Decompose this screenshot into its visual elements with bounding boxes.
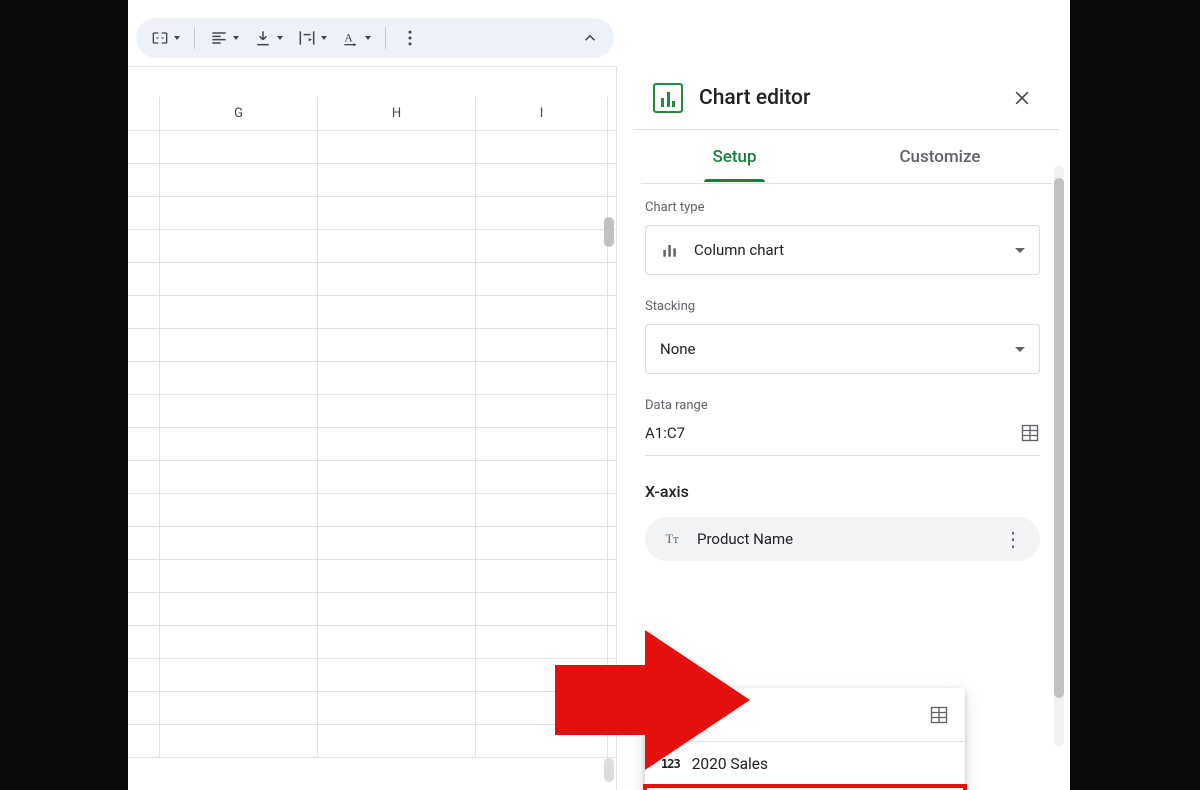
grid-body[interactable] — [128, 131, 616, 758]
column-header[interactable]: G — [160, 97, 318, 130]
series-dropdown: 123 2020 Sales 123 2021 Sales — [645, 688, 965, 790]
search-icon — [661, 704, 683, 726]
close-button[interactable] — [1010, 86, 1034, 110]
number-type-icon: 123 — [661, 757, 680, 771]
panel-title: Chart editor — [699, 86, 810, 110]
text-rotation-button[interactable]: A — [341, 28, 371, 48]
chart-editor-panel: Chart editor Setup Customize Chart type … — [616, 66, 1070, 790]
text-type-icon: Tᴛ — [663, 529, 683, 549]
align-bottom-icon — [253, 28, 273, 48]
grid-icon[interactable] — [1020, 423, 1040, 443]
panel-tabs: Setup Customize — [641, 130, 1052, 184]
chevron-down-icon — [1015, 347, 1025, 352]
main-area: G H I — [128, 66, 1070, 790]
column-chart-icon — [660, 240, 680, 260]
stacking-label: Stacking — [645, 299, 1040, 314]
series-search-row[interactable] — [645, 688, 965, 742]
row-gutter-header — [128, 97, 160, 130]
separator — [194, 27, 195, 49]
collapse-toolbar-button[interactable] — [580, 28, 600, 48]
more-vert-icon — [400, 28, 420, 48]
svg-text:A: A — [344, 31, 353, 44]
series-option-2021[interactable]: 123 2021 Sales — [645, 786, 965, 790]
data-range-value: A1:C7 — [645, 424, 685, 442]
app-frame: A G H I — [128, 0, 1070, 790]
wrap-icon — [297, 28, 317, 48]
data-range-field[interactable]: A1:C7 — [645, 423, 1040, 456]
chart-editor-icon — [653, 83, 683, 113]
merge-icon — [150, 28, 170, 48]
chart-type-value: Column chart — [694, 241, 784, 259]
rotation-icon: A — [341, 28, 361, 48]
xaxis-field-chip[interactable]: Tᴛ Product Name ⋮ — [645, 517, 1040, 561]
more-button[interactable] — [400, 28, 420, 48]
xaxis-field-value: Product Name — [697, 530, 793, 548]
scrollbar-thumb[interactable] — [1054, 178, 1064, 698]
text-wrap-button[interactable] — [297, 28, 327, 48]
close-icon — [1012, 88, 1032, 108]
separator — [385, 27, 386, 49]
column-header[interactable]: H — [318, 97, 476, 130]
column-headers: G H I — [128, 97, 616, 131]
chevron-up-icon — [581, 29, 599, 47]
data-range-label: Data range — [645, 398, 1040, 413]
tab-customize[interactable]: Customize — [891, 133, 988, 181]
chart-type-label: Chart type — [645, 200, 1040, 215]
stacking-value: None — [660, 340, 696, 358]
vertical-align-button[interactable] — [253, 28, 283, 48]
scrollbar-thumb[interactable] — [604, 217, 614, 247]
svg-text:Tᴛ: Tᴛ — [666, 532, 680, 546]
panel-header: Chart editor — [633, 66, 1060, 130]
xaxis-more-button[interactable]: ⋮ — [1003, 527, 1022, 551]
merge-cells-button[interactable] — [150, 28, 180, 48]
tab-setup[interactable]: Setup — [704, 133, 764, 181]
align-left-icon — [209, 28, 229, 48]
panel-scrollbar[interactable] — [1054, 166, 1064, 746]
xaxis-section-label: X-axis — [645, 482, 1040, 501]
chart-type-select[interactable]: Column chart — [645, 225, 1040, 275]
panel-body: Chart type Column chart Stacking None Da… — [623, 184, 1070, 790]
stacking-select[interactable]: None — [645, 324, 1040, 374]
spreadsheet-grid[interactable]: G H I — [128, 66, 616, 790]
horizontal-align-button[interactable] — [209, 28, 239, 48]
series-option-label: 2020 Sales — [692, 755, 768, 773]
series-option-2020[interactable]: 123 2020 Sales — [645, 742, 965, 786]
toolbar: A — [128, 0, 1070, 66]
chevron-down-icon — [1015, 248, 1025, 253]
grid-icon[interactable] — [929, 705, 949, 725]
column-header[interactable]: I — [476, 97, 608, 130]
toolbar-pill: A — [136, 18, 614, 58]
scrollbar-thumb[interactable] — [604, 758, 614, 782]
